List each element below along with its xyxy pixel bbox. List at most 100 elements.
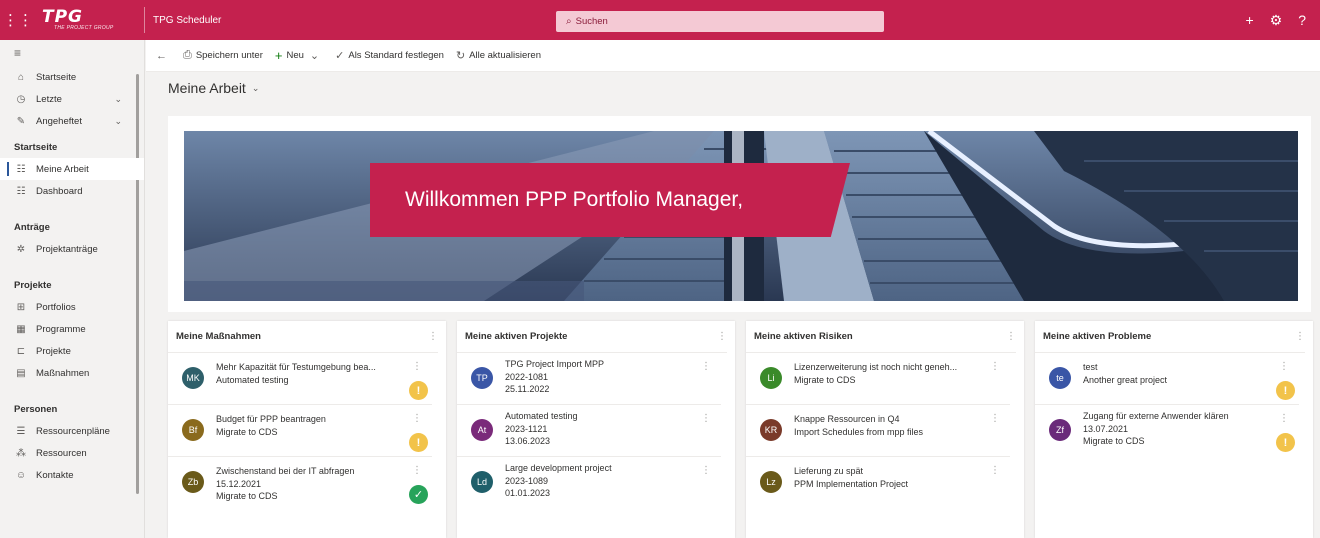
- sidebar-item-projects[interactable]: ⊏ Projekte: [0, 340, 144, 362]
- list-item-text: Large development project 2023-1089 01.0…: [505, 462, 681, 500]
- app-launcher-icon[interactable]: ⋮⋮: [0, 0, 36, 40]
- page-title[interactable]: Meine Arbeit ⌄: [168, 80, 259, 96]
- sidebar-item-label: Programme: [36, 323, 86, 335]
- refresh-all-button[interactable]: ↻ Alle aktualisieren: [456, 49, 541, 62]
- sidebar-item-project-requests[interactable]: ✲ Projektanträge: [0, 238, 144, 260]
- item-subtitle: Migrate to CDS: [216, 491, 278, 501]
- sidebar-item-my-work[interactable]: ☷ Meine Arbeit: [0, 158, 144, 180]
- sidebar-item-portfolios[interactable]: ⊞ Portfolios: [0, 296, 144, 318]
- hamburger-menu-icon[interactable]: ≡: [0, 40, 144, 66]
- more-options-icon[interactable]: ⋮: [701, 361, 711, 372]
- sidebar-item-programs[interactable]: ▦ Programme: [0, 318, 144, 340]
- people-icon: ⁂: [16, 447, 26, 459]
- more-options-icon[interactable]: ⋮: [1279, 361, 1289, 372]
- more-options-icon[interactable]: ⋮: [1006, 331, 1016, 342]
- tpg-logo: TPG THE PROJECT GROUP: [36, 0, 140, 40]
- item-title: Knappe Ressourcen in Q4: [794, 414, 900, 424]
- more-options-icon[interactable]: ⋮: [990, 413, 1000, 424]
- back-arrow-icon: ←: [156, 49, 167, 62]
- save-as-button[interactable]: ⎙ Speichern unter: [183, 49, 263, 62]
- logo-subtitle: THE PROJECT GROUP: [54, 25, 114, 31]
- more-options-icon[interactable]: ⋮: [990, 361, 1000, 372]
- sidebar-item-label: Startseite: [36, 71, 77, 83]
- more-options-icon[interactable]: ⋮: [412, 465, 422, 476]
- more-options-icon[interactable]: ⋮: [428, 331, 438, 342]
- sidebar-item-pinned[interactable]: ✎ Angeheftet ⌄: [0, 110, 144, 132]
- list-item-text: test Another great project: [1083, 361, 1259, 386]
- sidebar-item-label: Meine Arbeit: [36, 163, 89, 175]
- avatar: te: [1049, 367, 1071, 389]
- sidebar-section-title: Anträge: [14, 221, 50, 233]
- list-item[interactable]: Bf Budget für PPP beantragen Migrate to …: [168, 405, 432, 457]
- list-item[interactable]: Li Lizenzerweiterung ist noch nicht gene…: [746, 353, 1010, 405]
- sidebar-item-label: Dashboard: [36, 185, 83, 197]
- sidebar-item-label: Maßnahmen: [36, 367, 90, 379]
- item-date: 01.01.2023: [505, 488, 551, 498]
- item-subtitle: Migrate to CDS: [794, 374, 856, 385]
- item-title: Zugang für externe Anwender klären: [1083, 411, 1229, 421]
- item-number: 2022-1081: [505, 371, 549, 382]
- list-item[interactable]: Zf Zugang für externe Anwender klären 13…: [1035, 405, 1299, 457]
- more-options-icon[interactable]: ⋮: [412, 413, 422, 424]
- more-options-icon[interactable]: ⋮: [412, 361, 422, 372]
- item-title: test: [1083, 362, 1098, 372]
- list-item[interactable]: te test Another great project ⋮ !: [1035, 353, 1299, 405]
- list-item[interactable]: Lz Lieferung zu spät PPM Implementation …: [746, 457, 1010, 509]
- card-my-active-problems: Meine aktiven Probleme ⋮ te test Another…: [1035, 321, 1313, 538]
- list-item-text: Knappe Ressourcen in Q4 Import Schedules…: [794, 413, 970, 438]
- more-options-icon[interactable]: ⋮: [1295, 331, 1305, 342]
- item-number: 2023-1089: [505, 475, 549, 486]
- avatar: Zb: [182, 471, 204, 493]
- sidebar-section-title: Projekte: [14, 279, 52, 291]
- list-item[interactable]: KR Knappe Ressourcen in Q4 Import Schedu…: [746, 405, 1010, 457]
- search-input[interactable]: ⌕ Suchen: [556, 11, 884, 32]
- list-item-text: Lieferung zu spät PPM Implementation Pro…: [794, 465, 970, 490]
- card-title: Meine aktiven Risiken: [754, 331, 853, 342]
- sidebar-item-measures[interactable]: ▤ Maßnahmen: [0, 362, 144, 384]
- save-icon: ⎙: [183, 49, 192, 61]
- list-item[interactable]: TP TPG Project Import MPP 2022-1081 25.1…: [457, 353, 721, 405]
- app-title[interactable]: TPG Scheduler: [153, 15, 221, 26]
- card-title: Meine aktiven Probleme: [1043, 331, 1152, 342]
- item-title: Lizenzerweiterung ist noch nicht geneh..…: [794, 362, 958, 372]
- item-title: Mehr Kapazität für Testumgebung bea...: [216, 362, 376, 372]
- sidebar-item-contacts[interactable]: ☺ Kontakte: [0, 464, 144, 486]
- dashboard-icon: ☷: [16, 185, 26, 197]
- new-button[interactable]: + Neu ⌄: [275, 48, 323, 63]
- home-icon: ⌂: [17, 71, 25, 83]
- warning-icon: !: [1276, 433, 1295, 452]
- more-options-icon[interactable]: ⋮: [990, 465, 1000, 476]
- set-default-button[interactable]: ✓ Als Standard festlegen: [335, 49, 444, 62]
- back-button[interactable]: ←: [156, 50, 171, 62]
- warning-icon: !: [409, 381, 428, 400]
- list-item[interactable]: Zb Zwischenstand bei der IT abfragen 15.…: [168, 457, 432, 509]
- plus-icon[interactable]: +: [1245, 12, 1253, 28]
- item-subtitle: Migrate to CDS: [216, 426, 278, 437]
- avatar: KR: [760, 419, 782, 441]
- more-options-icon[interactable]: ⋮: [701, 413, 711, 424]
- more-options-icon[interactable]: ⋮: [717, 331, 727, 342]
- card-title: Meine Maßnahmen: [176, 331, 261, 342]
- card-my-measures: Meine Maßnahmen ⋮ MK Mehr Kapazität für …: [168, 321, 446, 538]
- project-icon: ⊏: [16, 345, 26, 357]
- gear-icon[interactable]: ⚙: [1270, 12, 1283, 29]
- sidebar-item-resources[interactable]: ⁂ Ressourcen: [0, 442, 144, 464]
- list-item-text: Mehr Kapazität für Testumgebung bea... A…: [216, 361, 392, 386]
- list-item[interactable]: Ld Large development project 2023-1089 0…: [457, 457, 721, 509]
- avatar: At: [471, 419, 493, 441]
- list-item[interactable]: At Automated testing 2023-1121 13.06.202…: [457, 405, 721, 457]
- list-item[interactable]: MK Mehr Kapazität für Testumgebung bea..…: [168, 353, 432, 405]
- set-default-label: Als Standard festlegen: [348, 50, 444, 61]
- sidebar-item-resource-plans[interactable]: ☰ Ressourcenpläne: [0, 420, 144, 442]
- more-options-icon[interactable]: ⋮: [701, 465, 711, 476]
- sidebar-item-recent[interactable]: ◷ Letzte ⌄: [0, 88, 144, 110]
- more-options-icon[interactable]: ⋮: [1279, 413, 1289, 424]
- item-date: 15.12.2021: [216, 478, 262, 489]
- item-title: TPG Project Import MPP: [505, 359, 605, 369]
- sidebar-item-label: Ressourcenpläne: [36, 425, 110, 437]
- sidebar-item-home[interactable]: ⌂ Startseite: [0, 66, 144, 88]
- help-icon[interactable]: ?: [1298, 12, 1306, 28]
- item-subtitle: PPM Implementation Project: [794, 478, 909, 489]
- list-item-text: Automated testing 2023-1121 13.06.2023: [505, 410, 681, 448]
- sidebar-item-dashboard[interactable]: ☷ Dashboard: [0, 180, 144, 202]
